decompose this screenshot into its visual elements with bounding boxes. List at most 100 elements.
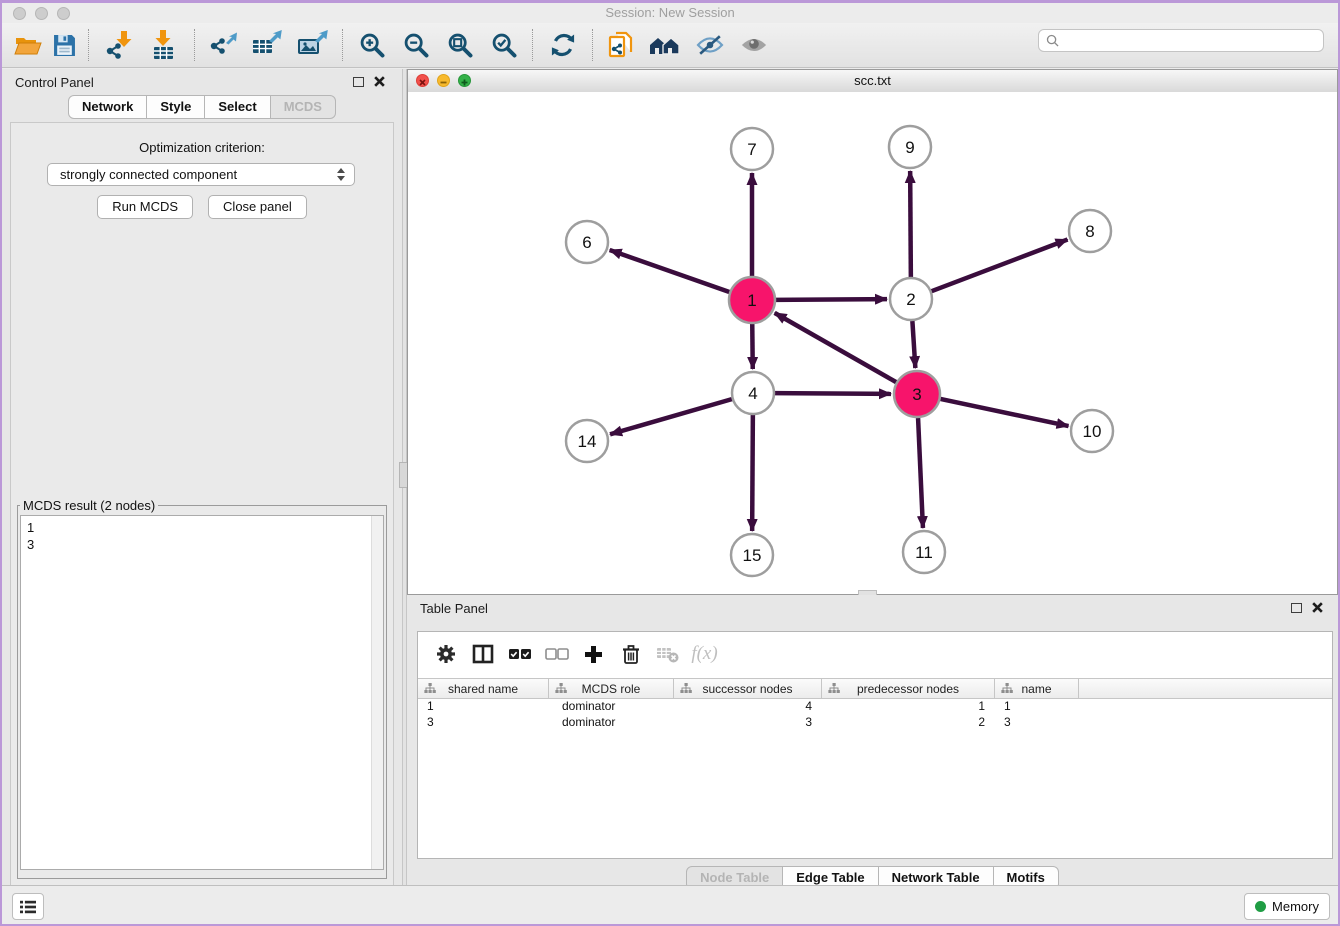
add-column-plus-icon[interactable] xyxy=(575,637,612,671)
graph-node-9[interactable]: 9 xyxy=(889,126,931,168)
graph-edge-4-15[interactable] xyxy=(752,415,753,531)
deselect-all-rows-icon[interactable] xyxy=(538,637,575,671)
mcds-result-textarea[interactable]: 1 3 xyxy=(20,515,384,870)
run-mcds-button[interactable]: Run MCDS xyxy=(97,195,193,219)
hide-selected-eye-slash-icon[interactable] xyxy=(688,28,732,62)
table-row[interactable]: 1dominator411 xyxy=(418,698,1332,714)
select-all-rows-icon[interactable] xyxy=(501,637,538,671)
task-history-button[interactable] xyxy=(12,893,44,920)
graph-edge-3-11[interactable] xyxy=(918,418,923,528)
table-panel-close-button[interactable] xyxy=(1311,601,1324,614)
svg-text:7: 7 xyxy=(747,140,756,159)
graph-node-3[interactable]: 3 xyxy=(894,371,940,417)
graph-edge-1-2[interactable] xyxy=(776,299,887,300)
table-cell[interactable]: 2 xyxy=(822,714,995,730)
graph-edge-4-3[interactable] xyxy=(775,393,891,394)
table-cell[interactable]: 1 xyxy=(418,698,549,714)
optimization-criterion-select[interactable]: strongly connected component xyxy=(47,163,355,186)
svg-text:1: 1 xyxy=(747,291,756,310)
graph-node-2[interactable]: 2 xyxy=(890,278,932,320)
column-header-name[interactable]: name xyxy=(995,679,1079,698)
zoom-selected-icon[interactable] xyxy=(482,28,526,62)
control-panel-tabs: Network Style Select MCDS xyxy=(2,95,402,119)
function-builder-icon-disabled: f(x) xyxy=(686,637,723,671)
import-network-icon[interactable] xyxy=(96,28,142,62)
graph-node-8[interactable]: 8 xyxy=(1069,210,1111,252)
search-input[interactable] xyxy=(1064,33,1323,49)
table-cell[interactable]: 3 xyxy=(418,714,549,730)
column-header-predecessor-nodes[interactable]: predecessor nodes xyxy=(822,679,995,698)
graph-node-11[interactable]: 11 xyxy=(903,531,945,573)
export-table-icon[interactable] xyxy=(244,28,290,62)
optimization-criterion-label: Optimization criterion: xyxy=(11,140,393,155)
save-session-icon[interactable] xyxy=(46,28,82,62)
graph-node-6[interactable]: 6 xyxy=(566,221,608,263)
control-panel: Control Panel Network Style Select MCDS … xyxy=(2,69,402,891)
table-cell[interactable]: dominator xyxy=(549,714,674,730)
open-session-icon[interactable] xyxy=(10,28,46,62)
tab-mcds[interactable]: MCDS xyxy=(271,95,336,119)
svg-text:8: 8 xyxy=(1085,222,1094,241)
zoom-out-icon[interactable] xyxy=(394,28,438,62)
network-canvas[interactable]: 7 9 6 8 1 2 4 3 14 10 15 11 xyxy=(408,92,1337,594)
network-view-frame: scc.txt 7968124314101511 xyxy=(407,69,1338,595)
zoom-in-icon[interactable] xyxy=(350,28,394,62)
control-panel-close-button[interactable] xyxy=(373,75,386,88)
svg-text:6: 6 xyxy=(582,233,591,252)
export-network-icon[interactable] xyxy=(202,28,244,62)
table-panel-float-button[interactable] xyxy=(1291,603,1302,613)
tab-select[interactable]: Select xyxy=(205,95,270,119)
graph-node-7[interactable]: 7 xyxy=(731,128,773,170)
table-cell[interactable]: 1 xyxy=(822,698,995,714)
graph-node-4[interactable]: 4 xyxy=(732,372,774,414)
tab-style[interactable]: Style xyxy=(147,95,205,119)
table-cell[interactable]: 1 xyxy=(995,698,1079,714)
column-header-successor-nodes[interactable]: successor nodes xyxy=(674,679,822,698)
table-cell[interactable]: dominator xyxy=(549,698,674,714)
apply-layout-home-icon[interactable] xyxy=(642,28,688,62)
column-header-MCDS-role[interactable]: MCDS role xyxy=(549,679,674,698)
graph-edge-1-6[interactable] xyxy=(610,250,730,292)
graph-edge-2-3[interactable] xyxy=(912,321,915,368)
graph-node-14[interactable]: 14 xyxy=(566,420,608,462)
main-toolbar xyxy=(2,23,1338,68)
table-row[interactable]: 3dominator323 xyxy=(418,714,1332,730)
zoom-fit-icon[interactable] xyxy=(438,28,482,62)
result-scrollbar[interactable] xyxy=(371,516,383,869)
import-table-icon[interactable] xyxy=(142,28,188,62)
table-cell[interactable]: 4 xyxy=(674,698,822,714)
graph-edge-3-10[interactable] xyxy=(940,399,1068,426)
close-panel-button[interactable]: Close panel xyxy=(208,195,307,219)
graph-edge-2-9[interactable] xyxy=(910,171,911,277)
table-cell[interactable]: 3 xyxy=(995,714,1079,730)
toolbar-separator xyxy=(88,29,90,61)
memory-button[interactable]: Memory xyxy=(1244,893,1330,920)
search-box[interactable] xyxy=(1038,29,1324,52)
memory-status-icon xyxy=(1255,901,1266,912)
status-bar: Memory xyxy=(2,885,1338,924)
tree-icon xyxy=(424,683,436,694)
graph-node-15[interactable]: 15 xyxy=(731,534,773,576)
svg-text:4: 4 xyxy=(748,384,757,403)
table-settings-gear-icon[interactable] xyxy=(427,637,464,671)
graph-edge-4-14[interactable] xyxy=(610,399,732,434)
table-cell[interactable]: 3 xyxy=(674,714,822,730)
tab-network[interactable]: Network xyxy=(68,95,147,119)
node-table-container: f(x) shared nameMCDS rolesuccessor nodes… xyxy=(417,631,1333,859)
column-header-shared-name[interactable]: shared name xyxy=(418,679,549,698)
graph-edge-2-8[interactable] xyxy=(932,240,1068,292)
show-all-eye-icon[interactable] xyxy=(732,28,776,62)
delete-column-trash-icon[interactable] xyxy=(612,637,649,671)
tree-icon xyxy=(1001,683,1013,694)
mcds-panel: Optimization criterion: strongly connect… xyxy=(10,122,394,887)
graph-edge-3-1[interactable] xyxy=(775,313,897,382)
split-table-view-icon[interactable] xyxy=(464,637,501,671)
graph-node-1[interactable]: 1 xyxy=(729,277,775,323)
tree-icon xyxy=(828,683,840,694)
export-image-icon[interactable] xyxy=(290,28,336,62)
refresh-view-icon[interactable] xyxy=(540,28,586,62)
graph-node-10[interactable]: 10 xyxy=(1071,410,1113,452)
clone-network-icon[interactable] xyxy=(600,28,642,62)
control-panel-float-button[interactable] xyxy=(353,77,364,87)
svg-text:14: 14 xyxy=(578,432,597,451)
